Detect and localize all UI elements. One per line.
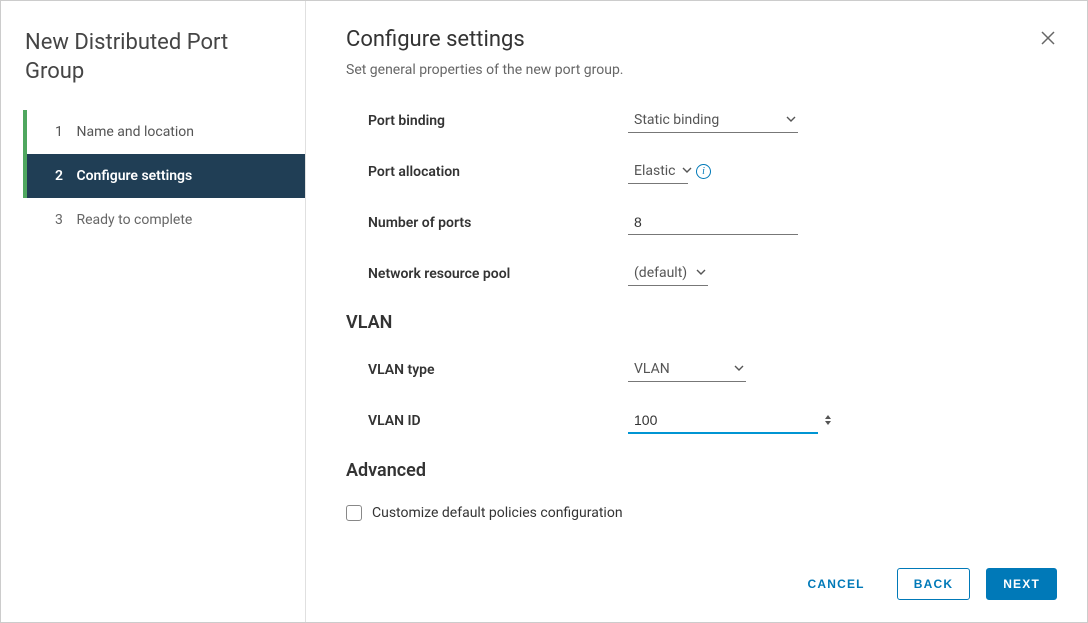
spinner [821, 408, 835, 432]
dialog-body: New Distributed Port Group 1 Name and lo… [1, 1, 1087, 622]
section-advanced: Advanced [346, 460, 1047, 481]
main-header: Configure settings Set general propertie… [306, 1, 1087, 88]
step-configure-settings[interactable]: 2 Configure settings [23, 154, 305, 198]
select-value: VLAN [634, 361, 670, 377]
label-port-allocation: Port allocation [368, 164, 628, 180]
section-vlan: VLAN [346, 312, 1047, 333]
wizard-main: Configure settings Set general propertie… [306, 1, 1087, 622]
select-value: Static binding [634, 112, 719, 128]
step-num: 1 [55, 124, 73, 140]
select-net-pool[interactable]: (default) [628, 261, 708, 286]
close-button[interactable] [1039, 29, 1057, 51]
wizard-dialog: New Distributed Port Group 1 Name and lo… [0, 0, 1088, 623]
wizard-steps: 1 Name and location 2 Configure settings… [1, 110, 305, 242]
label-num-ports: Number of ports [368, 215, 628, 231]
form-content[interactable]: Port binding Static binding Port allocat… [306, 88, 1087, 552]
chevron-down-icon [682, 163, 692, 179]
wizard-sidebar: New Distributed Port Group 1 Name and lo… [1, 1, 306, 622]
row-vlan-id: VLAN ID [346, 408, 1047, 434]
close-icon [1039, 29, 1057, 47]
row-net-pool: Network resource pool (default) [346, 261, 1047, 286]
step-label: Ready to complete [76, 212, 192, 228]
step-label: Name and location [76, 124, 194, 140]
input-vlan-id-wrapper [628, 408, 818, 434]
input-num-ports[interactable] [628, 210, 798, 235]
cancel-button[interactable]: CANCEL [792, 569, 881, 599]
step-name-location[interactable]: 1 Name and location [23, 110, 305, 154]
chevron-down-icon [734, 361, 744, 377]
back-button[interactable]: BACK [897, 568, 970, 600]
label-customize-policies: Customize default policies configuration [372, 505, 623, 521]
row-num-ports: Number of ports [346, 210, 1047, 235]
step-ready-complete[interactable]: 3 Ready to complete [23, 198, 305, 242]
page-subtitle: Set general properties of the new port g… [346, 62, 1047, 78]
wizard-footer: CANCEL BACK NEXT [306, 552, 1087, 622]
chevron-down-icon [786, 112, 796, 128]
row-vlan-type: VLAN type VLAN [346, 357, 1047, 382]
select-value: (default) [634, 265, 687, 281]
chevron-down-icon [696, 265, 706, 281]
row-port-allocation: Port allocation Elastic i [346, 159, 1047, 184]
step-num: 3 [55, 212, 73, 228]
select-port-binding[interactable]: Static binding [628, 108, 798, 133]
spinner-down-icon[interactable] [824, 420, 832, 426]
step-num: 2 [55, 168, 73, 184]
select-port-allocation[interactable]: Elastic [628, 159, 688, 184]
label-port-binding: Port binding [368, 113, 628, 129]
select-vlan-type[interactable]: VLAN [628, 357, 746, 382]
checkbox-customize-policies[interactable] [346, 505, 362, 521]
input-vlan-id[interactable] [628, 408, 821, 432]
next-button[interactable]: NEXT [986, 568, 1057, 600]
row-customize-policies: Customize default policies configuration [346, 505, 1047, 521]
label-vlan-type: VLAN type [368, 362, 628, 378]
label-net-pool: Network resource pool [368, 266, 628, 282]
wizard-title: New Distributed Port Group [1, 29, 305, 110]
step-label: Configure settings [76, 168, 192, 184]
select-value: Elastic [634, 163, 676, 179]
info-icon[interactable]: i [696, 164, 711, 179]
row-port-binding: Port binding Static binding [346, 108, 1047, 133]
page-title: Configure settings [346, 27, 1047, 52]
label-vlan-id: VLAN ID [368, 413, 628, 429]
